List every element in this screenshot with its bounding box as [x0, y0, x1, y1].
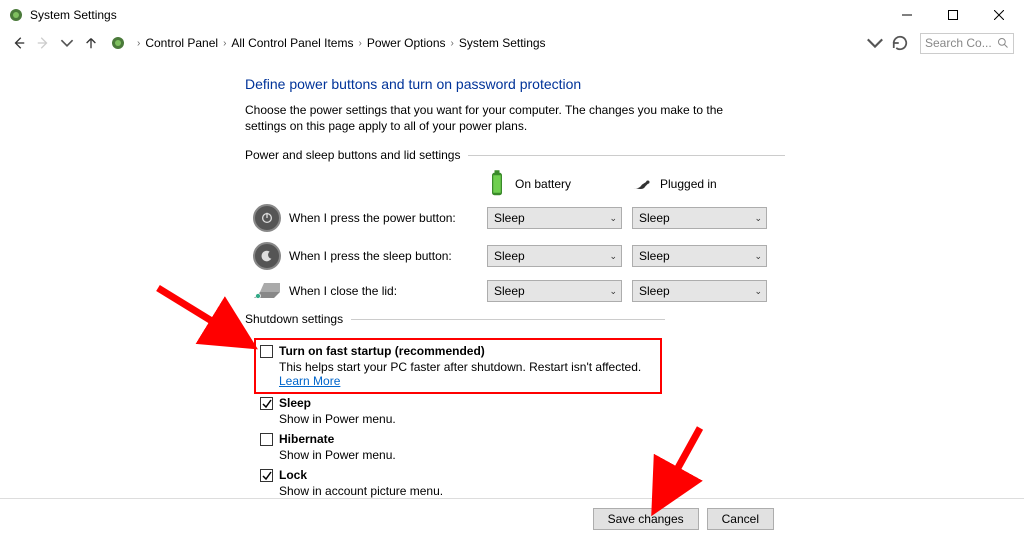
forward-button[interactable] [32, 32, 54, 54]
refresh-button[interactable] [890, 33, 910, 53]
breadcrumb-item[interactable]: Control Panel [145, 36, 218, 50]
fast-startup-desc: This helps start your PC faster after sh… [279, 360, 652, 388]
recent-dropdown[interactable] [56, 32, 78, 54]
checkbox-fast-startup[interactable] [260, 345, 273, 358]
col-battery-label: On battery [515, 177, 571, 191]
lock-option-desc: Show in account picture menu. [279, 484, 1024, 498]
chevron-down-icon: ⌄ [754, 251, 762, 262]
breadcrumb-item[interactable]: Power Options [367, 36, 446, 50]
sleep-option-desc: Show in Power menu. [279, 412, 1024, 426]
search-placeholder: Search Co... [925, 36, 992, 50]
row-lid-label: When I close the lid: [289, 284, 487, 298]
battery-icon [487, 174, 507, 194]
sleep-plugged-dropdown[interactable]: Sleep⌄ [632, 245, 767, 267]
page-description: Choose the power settings that you want … [245, 102, 765, 134]
chevron-down-icon: ⌄ [754, 286, 762, 297]
row-close-lid: When I close the lid: Sleep⌄ Sleep⌄ [245, 280, 1024, 302]
row-sleep-button: When I press the sleep button: Sleep⌄ Sl… [245, 242, 1024, 270]
col-plugged-label: Plugged in [660, 177, 717, 191]
page-heading: Define power buttons and turn on passwor… [245, 76, 1024, 92]
sleep-icon [253, 242, 281, 270]
power-columns-header: On battery Plugged in [245, 174, 1024, 194]
chevron-down-icon: ⌄ [609, 286, 617, 297]
minimize-button[interactable] [884, 0, 930, 30]
annotation-highlight: Turn on fast startup (recommended) This … [254, 338, 662, 394]
app-icon [8, 7, 24, 23]
titlebar: System Settings [0, 0, 1024, 30]
section-shutdown: Shutdown settings [245, 312, 665, 326]
checkbox-sleep[interactable] [260, 397, 273, 410]
chevron-down-icon: ⌄ [609, 213, 617, 224]
learn-more-link[interactable]: Learn More [279, 374, 340, 388]
checkbox-hibernate[interactable] [260, 433, 273, 446]
section-power-sleep: Power and sleep buttons and lid settings [245, 148, 785, 162]
row-power-button: When I press the power button: Sleep⌄ Sl… [245, 204, 1024, 232]
chevron-right-icon: › [451, 38, 454, 49]
row-sleep-label: When I press the sleep button: [289, 249, 487, 263]
shutdown-settings: Turn on fast startup (recommended) This … [260, 338, 1024, 498]
checkbox-lock[interactable] [260, 469, 273, 482]
footer: Save changes Cancel [0, 498, 1024, 538]
hibernate-option-label: Hibernate [279, 432, 334, 446]
cancel-button[interactable]: Cancel [707, 508, 774, 530]
window-title: System Settings [30, 8, 117, 22]
close-button[interactable] [976, 0, 1022, 30]
sleep-battery-dropdown[interactable]: Sleep⌄ [487, 245, 622, 267]
chevron-down-icon: ⌄ [754, 213, 762, 224]
maximize-button[interactable] [930, 0, 976, 30]
search-icon [997, 37, 1009, 49]
search-input[interactable]: Search Co... [920, 33, 1014, 54]
breadcrumb-item[interactable]: System Settings [459, 36, 546, 50]
power-icon [253, 204, 281, 232]
chevron-right-icon: › [137, 38, 140, 49]
sleep-option-label: Sleep [279, 396, 311, 410]
back-button[interactable] [8, 32, 30, 54]
breadcrumb[interactable]: › Control Panel › All Control Panel Item… [132, 36, 864, 50]
power-battery-dropdown[interactable]: Sleep⌄ [487, 207, 622, 229]
chevron-right-icon: › [223, 38, 226, 49]
row-power-label: When I press the power button: [289, 211, 487, 225]
breadcrumb-dropdown[interactable] [866, 34, 884, 52]
fast-startup-label: Turn on fast startup (recommended) [279, 344, 485, 358]
lock-option-label: Lock [279, 468, 307, 482]
power-plugged-dropdown[interactable]: Sleep⌄ [632, 207, 767, 229]
save-changes-button[interactable]: Save changes [593, 508, 699, 530]
lid-plugged-dropdown[interactable]: Sleep⌄ [632, 280, 767, 302]
plug-icon [632, 174, 652, 194]
chevron-down-icon: ⌄ [609, 251, 617, 262]
location-icon [110, 35, 126, 51]
lid-battery-dropdown[interactable]: Sleep⌄ [487, 280, 622, 302]
up-button[interactable] [80, 32, 102, 54]
toolbar: › Control Panel › All Control Panel Item… [0, 30, 1024, 56]
chevron-right-icon: › [358, 38, 361, 49]
lid-icon [252, 280, 282, 302]
breadcrumb-item[interactable]: All Control Panel Items [231, 36, 353, 50]
content-area: Define power buttons and turn on passwor… [0, 56, 1024, 498]
hibernate-option-desc: Show in Power menu. [279, 448, 1024, 462]
